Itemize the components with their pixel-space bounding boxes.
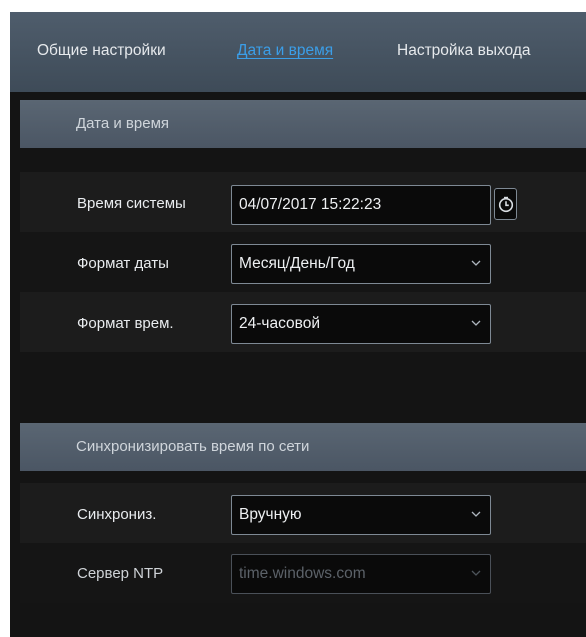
- spacer: [20, 148, 586, 172]
- chevron-down-icon: [471, 320, 481, 326]
- ntp-server-value: time.windows.com: [239, 565, 366, 582]
- time-format-select[interactable]: 24-часовой: [231, 304, 491, 344]
- sync-mode-label: Синхрониз.: [77, 506, 157, 523]
- settings-panel: Общие настройки Дата и время Настройка в…: [10, 12, 586, 637]
- date-format-label: Формат даты: [77, 255, 169, 272]
- chevron-down-icon: [471, 570, 481, 576]
- tab-bar: Общие настройки Дата и время Настройка в…: [10, 12, 586, 92]
- tab-general-settings[interactable]: Общие настройки: [37, 42, 166, 60]
- ntp-server-label: Сервер NTP: [77, 565, 164, 582]
- time-format-value: 24-часовой: [239, 315, 320, 332]
- sync-mode-select[interactable]: Вручную: [231, 495, 491, 535]
- tab-output-settings[interactable]: Настройка выхода: [397, 42, 531, 60]
- date-format-select[interactable]: Месяц/День/Год: [231, 244, 491, 284]
- ntp-server-select[interactable]: time.windows.com: [231, 554, 491, 594]
- sync-section-title: Синхронизировать время по сети: [76, 438, 310, 455]
- tab-date-time[interactable]: Дата и время: [237, 42, 333, 60]
- system-time-field[interactable]: 04/07/2017 15:22:23: [231, 185, 491, 225]
- chevron-down-icon: [471, 260, 481, 266]
- date-time-section-header: Дата и время: [20, 100, 586, 148]
- clock-button[interactable]: [494, 188, 517, 220]
- date-format-value: Месяц/День/Год: [239, 255, 355, 272]
- clock-icon: [498, 196, 514, 213]
- date-time-section-title: Дата и время: [76, 115, 170, 132]
- time-format-label: Формат врем.: [77, 315, 174, 332]
- sync-mode-value: Вручную: [239, 506, 302, 523]
- sync-section-header: Синхронизировать время по сети: [20, 423, 586, 471]
- chevron-down-icon: [471, 511, 481, 517]
- system-time-label: Время системы: [77, 195, 186, 212]
